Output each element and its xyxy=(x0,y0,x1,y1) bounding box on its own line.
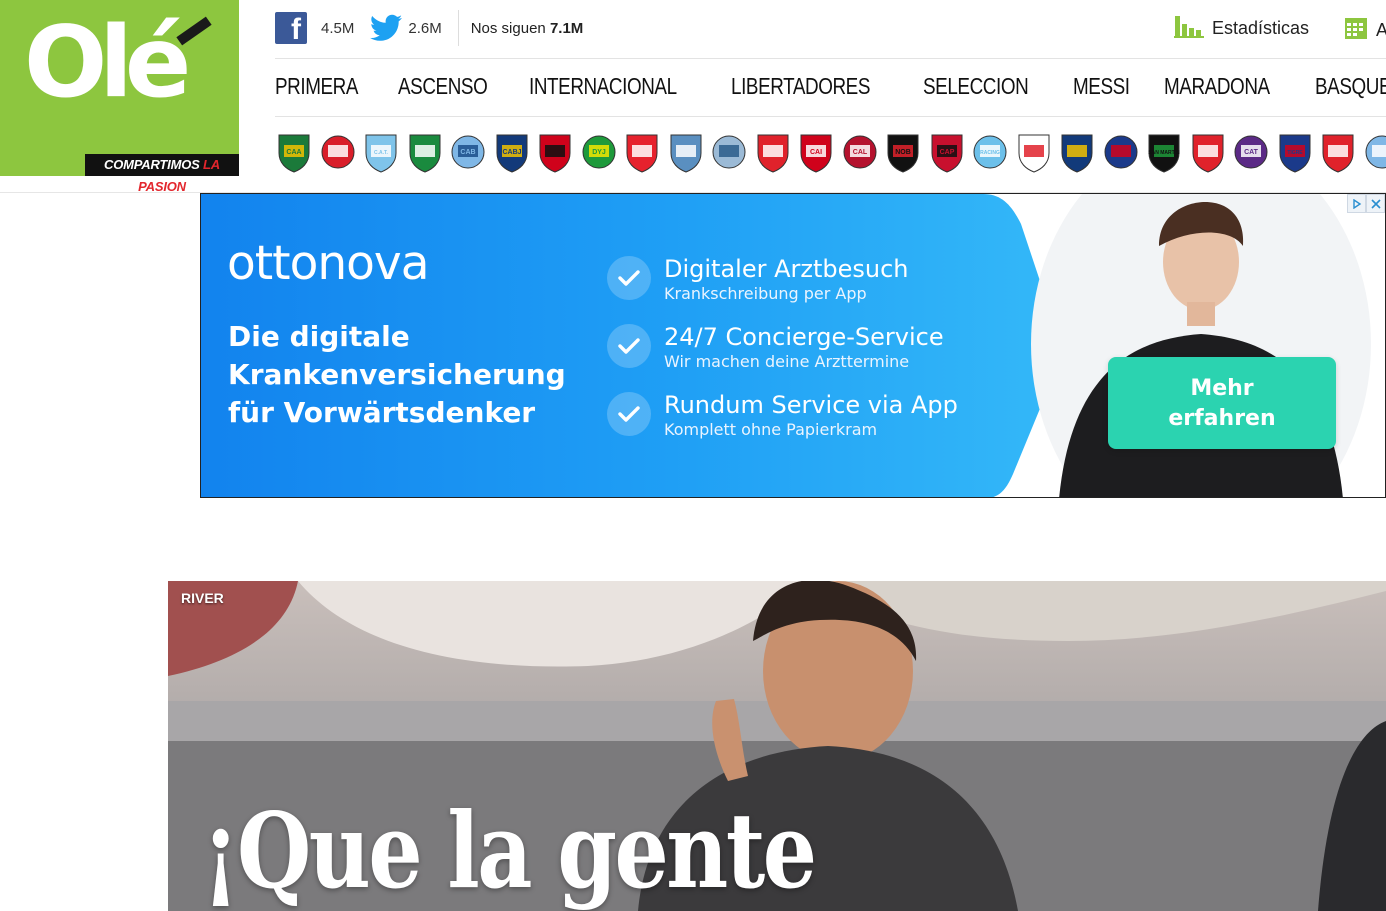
feature-title: 24/7 Concierge-Service xyxy=(664,323,944,351)
team-crest-icon[interactable]: NOB xyxy=(884,130,922,174)
team-crest-label: CAB xyxy=(460,149,475,156)
follow-count: 7.1M xyxy=(549,19,584,37)
ad-brand: ottonova xyxy=(227,236,430,291)
social-bar: f 4.5M 2.6M Nos siguen 7.1M xyxy=(275,10,583,46)
site-logo[interactable]: Olé xyxy=(0,0,239,176)
team-crest-label: DYJ xyxy=(592,149,606,156)
team-crest-icon[interactable]: DYJ xyxy=(580,130,618,174)
team-crest-icon[interactable]: CABJ xyxy=(493,130,531,174)
nav-item-libertadores[interactable]: LIBERTADORES xyxy=(731,73,870,100)
check-icon xyxy=(607,256,651,300)
team-crest-icon[interactable] xyxy=(1363,130,1386,174)
check-icon xyxy=(607,392,651,436)
ad-feature: Digitaler Arztbesuch Krankschreibung per… xyxy=(607,254,909,304)
nav-item-messi[interactable]: MESSI xyxy=(1073,73,1130,100)
ad-headline: Die digitale Krankenversicherung für Vor… xyxy=(228,318,566,432)
followers-total: Nos siguen 7.1M xyxy=(471,20,584,37)
team-crest-icon[interactable] xyxy=(754,130,792,174)
team-crest-icon[interactable] xyxy=(623,130,661,174)
team-crest-icon[interactable]: CAI xyxy=(797,130,835,174)
team-crest-label: CAI xyxy=(810,149,822,156)
hero-section-tag[interactable]: RIVER xyxy=(181,590,224,606)
social-divider xyxy=(457,10,459,46)
twitter-icon[interactable] xyxy=(370,14,403,42)
team-crest-icon[interactable] xyxy=(710,130,748,174)
team-crests-bar: CAA C.A.T. CAB CABJ DYJ CAI CAL NOB CAP RACING SAN… xyxy=(275,130,1386,174)
nav-divider-bottom xyxy=(275,116,1386,117)
feature-subtitle: Krankschreibung per App xyxy=(664,284,867,303)
twitter-count: 2.6M xyxy=(408,19,442,37)
team-crest-label: SAN MARTIN xyxy=(1148,150,1180,156)
stats-label: Estadísticas xyxy=(1212,18,1310,38)
ad-headline-line3: für Vorwärtsdenker xyxy=(228,396,536,429)
feature-title: Digitaler Arztbesuch xyxy=(664,255,909,283)
team-crest-label: C.A.T. xyxy=(374,150,389,156)
team-crest-icon[interactable] xyxy=(1102,130,1140,174)
main-nav: PRIMERA ASCENSO INTERNACIONAL LIBERTADORES S… xyxy=(275,66,1386,106)
nav-item-maradona[interactable]: MARADONA xyxy=(1164,73,1270,100)
team-crest-icon[interactable] xyxy=(1319,130,1357,174)
page: Olé COMPARTIMOS LA PASION f 4.5M 2.6M No… xyxy=(0,0,1386,911)
nav-item-ascenso[interactable]: ASCENSO xyxy=(398,73,488,100)
tagline-part1: COMPARTIMOS xyxy=(104,157,200,172)
ad-feature: Rundum Service via App Komplett ohne Pap… xyxy=(607,390,958,440)
hero-article[interactable]: RIVER ¡Que la gente xyxy=(168,581,1386,911)
nav-divider-top xyxy=(275,58,1386,59)
ad-headline-line2: Krankenversicherung xyxy=(228,358,566,391)
nav-item-internacional[interactable]: INTERNACIONAL xyxy=(529,73,677,100)
calendar-label: A xyxy=(1376,20,1386,40)
hero-headline[interactable]: ¡Que la gente xyxy=(202,799,817,903)
check-icon xyxy=(607,324,651,368)
team-crest-icon[interactable] xyxy=(667,130,705,174)
team-crest-icon[interactable]: CAA xyxy=(275,130,313,174)
feature-subtitle: Wir machen deine Arzttermine xyxy=(664,352,910,371)
team-crest-icon[interactable] xyxy=(319,130,357,174)
team-crest-icon[interactable]: CAP xyxy=(928,130,966,174)
team-crest-icon[interactable]: TIGRE xyxy=(1276,130,1314,174)
nav-item-seleccion[interactable]: SELECCION xyxy=(923,73,1029,100)
adchoices-icon[interactable] xyxy=(1347,194,1366,213)
site-header: Olé COMPARTIMOS LA PASION f 4.5M 2.6M No… xyxy=(0,0,1386,194)
logo-wordmark: Olé xyxy=(24,6,191,120)
bar-chart-icon xyxy=(1174,14,1204,43)
ad-choices[interactable] xyxy=(1347,194,1385,213)
logo-tagline: COMPARTIMOS LA PASION xyxy=(85,154,239,194)
stats-link[interactable]: Estadísticas xyxy=(1174,14,1309,43)
feature-subtitle: Komplett ohne Papierkram xyxy=(664,420,878,439)
feature-title: Rundum Service via App xyxy=(664,391,958,419)
team-crest-icon[interactable]: CAT xyxy=(1232,130,1270,174)
team-crest-label: CAT xyxy=(1244,149,1259,156)
team-crest-icon[interactable]: CAB xyxy=(449,130,487,174)
team-crest-icon[interactable] xyxy=(536,130,574,174)
team-crest-icon[interactable]: RACING xyxy=(971,130,1009,174)
follow-label: Nos siguen xyxy=(470,19,546,37)
team-crest-icon[interactable]: SAN MARTIN xyxy=(1145,130,1183,174)
cta-line1: Mehr xyxy=(1190,376,1254,401)
calendar-link[interactable]: A xyxy=(1344,16,1386,45)
facebook-count: 4.5M xyxy=(321,19,355,37)
team-crest-label: CAP xyxy=(939,149,954,156)
ad-feature: 24/7 Concierge-Service Wir machen deine … xyxy=(607,322,944,372)
team-crest-icon[interactable] xyxy=(1058,130,1096,174)
close-icon[interactable] xyxy=(1366,194,1385,213)
team-crest-label: CABJ xyxy=(502,149,521,156)
team-crest-icon[interactable]: C.A.T. xyxy=(362,130,400,174)
team-crest-label: TIGRE xyxy=(1287,150,1303,156)
calendar-icon xyxy=(1344,16,1368,45)
team-crest-icon[interactable]: CAL xyxy=(841,130,879,174)
ad-cta-button[interactable]: Mehr erfahren xyxy=(1108,357,1336,449)
team-crest-icon[interactable] xyxy=(406,130,444,174)
team-crest-icon[interactable] xyxy=(1189,130,1227,174)
nav-item-primera[interactable]: PRIMERA xyxy=(275,73,358,100)
team-crest-label: NOB xyxy=(895,149,911,156)
team-crest-label: CAL xyxy=(852,149,867,156)
team-crest-label: CAA xyxy=(286,149,301,156)
ad-headline-line1: Die digitale xyxy=(228,320,410,353)
facebook-icon[interactable]: f xyxy=(275,12,307,44)
team-crest-icon[interactable] xyxy=(1015,130,1053,174)
advertisement-banner[interactable]: ottonova Die digitale Krankenversicherun… xyxy=(200,193,1386,498)
nav-item-basquet[interactable]: BASQUET xyxy=(1315,73,1386,100)
team-crest-label: RACING xyxy=(980,150,1000,156)
cta-line2: erfahren xyxy=(1168,406,1276,431)
